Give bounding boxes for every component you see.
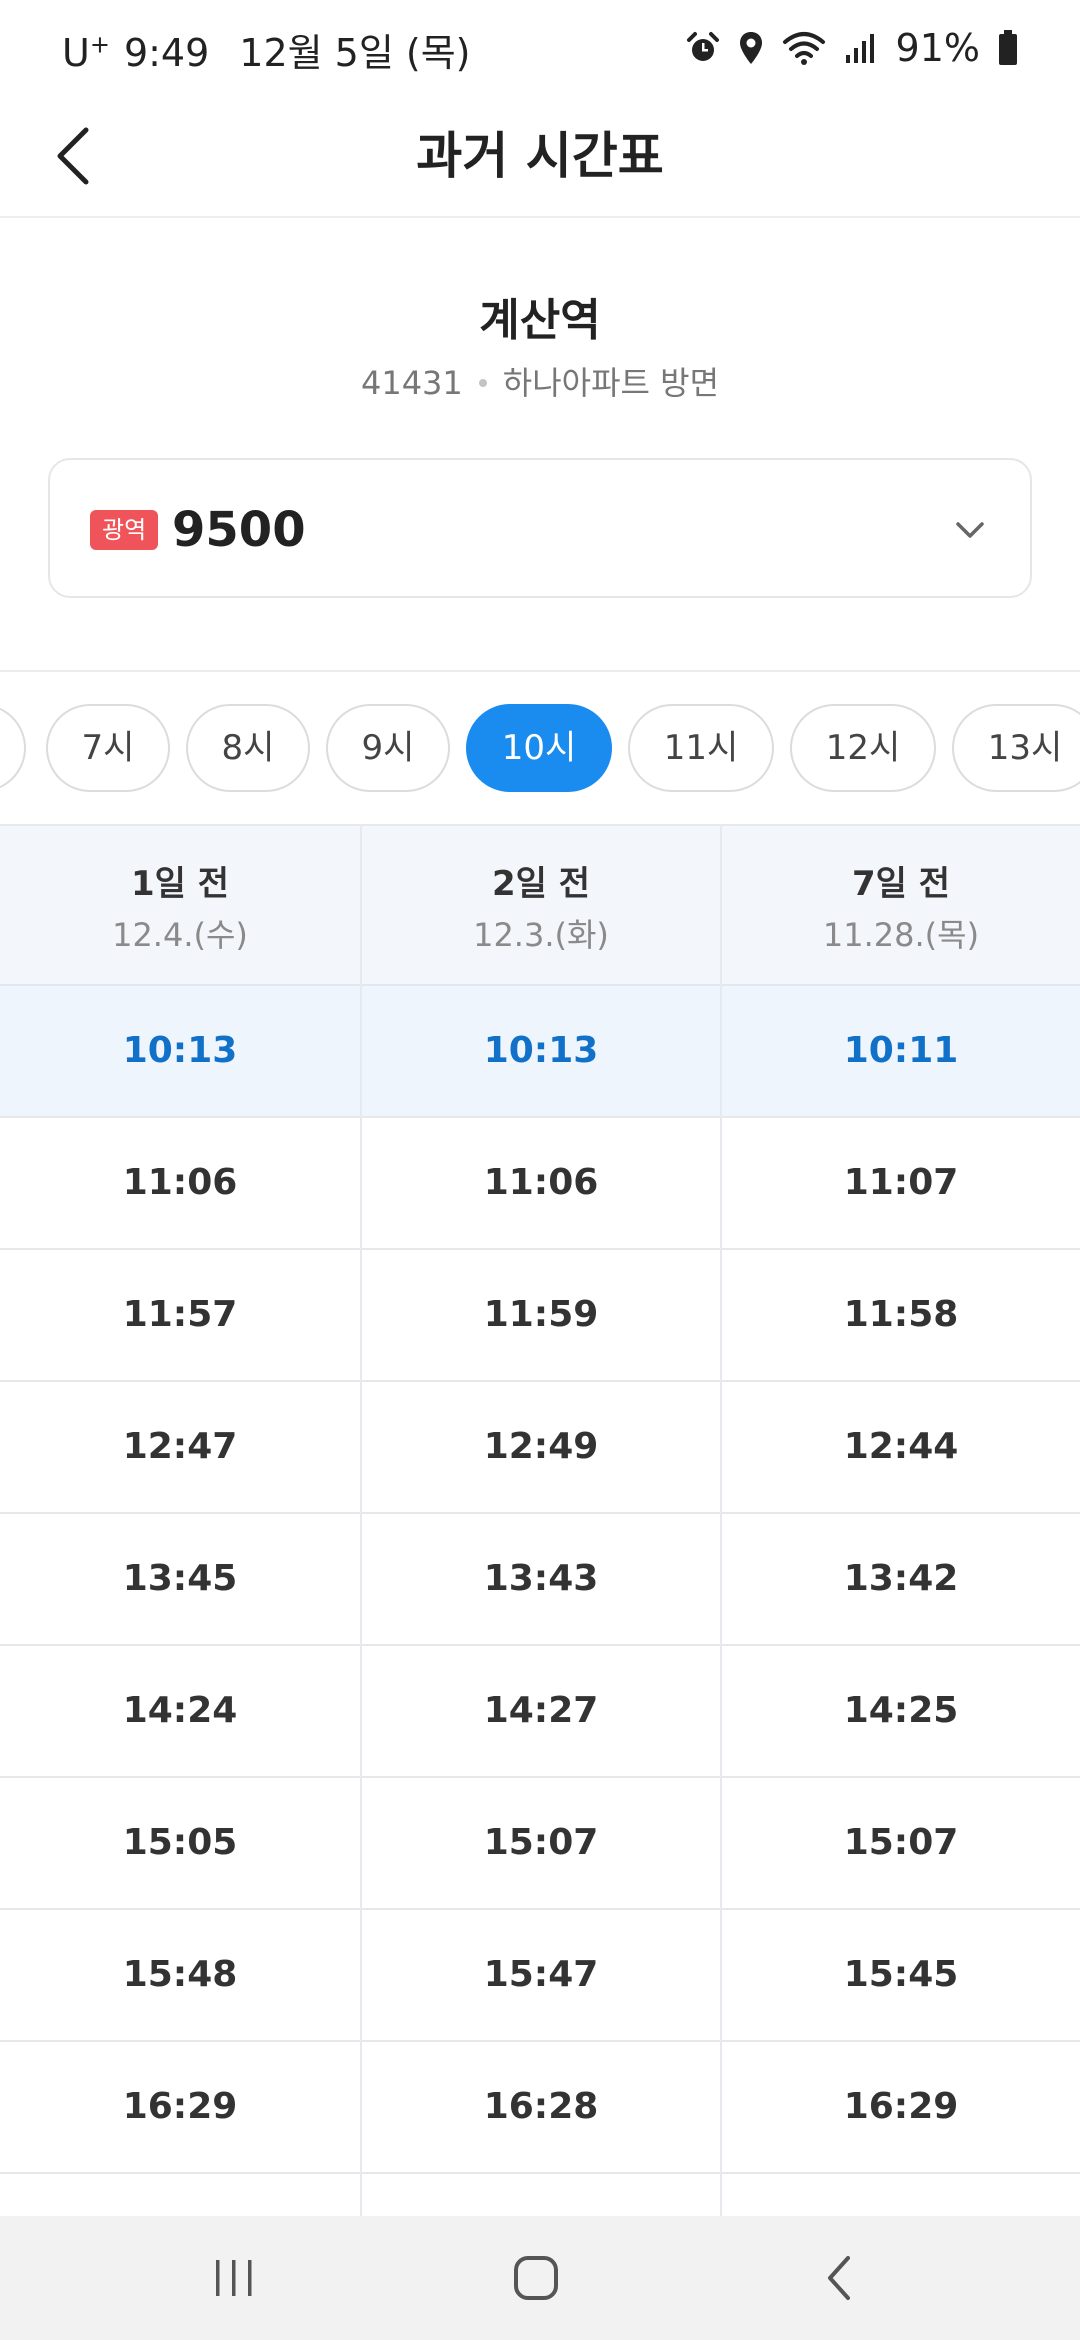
route-select[interactable]: 광역 9500	[48, 458, 1032, 598]
home-button[interactable]	[504, 2246, 568, 2310]
column-header: 1일 전 12.4.(수)	[0, 826, 360, 984]
hour-chip-10[interactable]: 10시	[466, 704, 612, 792]
time-cell: 12:44	[843, 1426, 959, 1467]
time-cell: 10:13	[122, 1030, 238, 1071]
hour-chip-12[interactable]: 12시	[790, 704, 936, 792]
time-cell: 15:07	[843, 1822, 959, 1863]
hour-chip-13[interactable]: 13시	[952, 704, 1080, 792]
hour-chip-8[interactable]: 8시	[186, 704, 310, 792]
time-cell: 16:29	[122, 2086, 238, 2127]
column-header: 2일 전 12.3.(화)	[362, 826, 720, 984]
hour-chip-9[interactable]: 9시	[326, 704, 450, 792]
time-cell: 11:57	[122, 1294, 238, 1335]
wifi-icon	[782, 32, 825, 65]
time-cell: 11:06	[483, 1162, 599, 1203]
table-row-partial	[0, 2172, 1080, 2216]
time-cell: 15:45	[843, 1954, 959, 1995]
time-cell: 15:47	[483, 1954, 599, 1995]
time-cell: 11:59	[483, 1294, 599, 1335]
chevron-down-icon	[956, 522, 984, 538]
time-cell: 13:45	[122, 1558, 238, 1599]
home-icon	[514, 2256, 558, 2300]
column-day: 7일 전	[851, 864, 951, 904]
recent-apps-icon	[216, 2260, 252, 2296]
status-bar: U+ 9:49 12월 5일 (목) 91%	[0, 0, 1080, 96]
hour-chip-7[interactable]: 7시	[46, 704, 170, 792]
time-cell: 13:42	[843, 1558, 959, 1599]
page-title: 과거 시간표	[416, 127, 664, 185]
table-row: 11:06 11:06 11:07	[0, 1116, 1080, 1248]
column-header: 7일 전 11.28.(목)	[722, 826, 1080, 984]
status-icons: 91%	[686, 22, 1018, 74]
time-cell: 11:58	[843, 1294, 959, 1335]
time-cell: 11:06	[122, 1162, 238, 1203]
time-cell: 11:07	[843, 1162, 959, 1203]
back-icon	[828, 2256, 850, 2300]
system-back-button[interactable]	[808, 2246, 872, 2310]
route-type-badge: 광역	[90, 510, 159, 550]
time-cell: 13:43	[483, 1558, 599, 1599]
time-cell: 12:49	[483, 1426, 599, 1467]
table-row: 12:47 12:49 12:44	[0, 1380, 1080, 1512]
station-id: 41431	[360, 364, 463, 402]
table-row: 10:13 10:13 10:11	[0, 984, 1080, 1116]
time-cell: 14:27	[483, 1690, 599, 1731]
alarm-icon	[686, 32, 719, 61]
column-date: 12.4.(수)	[112, 916, 248, 954]
status-time: 9:49	[123, 31, 210, 75]
hour-chip-bar[interactable]: 7시 8시 9시 10시 11시 12시 13시	[0, 672, 1080, 824]
table-row: 13:45 13:43 13:42	[0, 1512, 1080, 1644]
station-direction: 하나아파트 방면	[502, 364, 720, 402]
timetable: 1일 전 12.4.(수) 2일 전 12.3.(화) 7일 전 11.28.(…	[0, 824, 1080, 2216]
time-cell: 14:25	[843, 1690, 959, 1731]
time-cell: 16:29	[843, 2086, 959, 2127]
hour-chip-11[interactable]: 11시	[628, 704, 774, 792]
carrier-label: U+	[62, 30, 110, 75]
table-row: 11:57 11:59 11:58	[0, 1248, 1080, 1380]
location-icon	[739, 32, 762, 64]
table-row: 15:05 15:07 15:07	[0, 1776, 1080, 1908]
column-divider	[720, 824, 722, 2216]
timetable-header: 1일 전 12.4.(수) 2일 전 12.3.(화) 7일 전 11.28.(…	[0, 824, 1080, 984]
route-number: 9500	[172, 502, 306, 558]
battery-icon	[999, 30, 1017, 65]
time-cell: 15:05	[122, 1822, 238, 1863]
app-header: 과거 시간표	[0, 96, 1080, 218]
hour-chip-partial[interactable]	[0, 704, 26, 792]
time-cell: 12:47	[122, 1426, 238, 1467]
recent-apps-button[interactable]	[202, 2246, 266, 2310]
station-meta: 41431 하나아파트 방면	[0, 358, 1080, 404]
column-day: 2일 전	[491, 864, 591, 904]
column-divider	[360, 824, 362, 2216]
table-row: 14:24 14:27 14:25	[0, 1644, 1080, 1776]
table-row: 15:48 15:47 15:45	[0, 1908, 1080, 2040]
battery-percent: 91%	[895, 26, 980, 70]
column-date: 11.28.(목)	[822, 916, 980, 954]
status-date: 12월 5일 (목)	[239, 31, 471, 75]
status-left: U+ 9:49 12월 5일 (목)	[62, 22, 471, 77]
signal-icon	[845, 34, 874, 63]
station-name: 계산역	[479, 295, 601, 346]
time-cell: 15:07	[483, 1822, 599, 1863]
column-date: 12.3.(화)	[473, 916, 609, 954]
time-cell: 14:24	[122, 1690, 238, 1731]
column-day: 1일 전	[130, 864, 230, 904]
separator-dot	[478, 379, 487, 387]
time-cell: 15:48	[122, 1954, 238, 1995]
table-row: 16:29 16:28 16:29	[0, 2040, 1080, 2172]
time-cell: 10:13	[483, 1030, 599, 1071]
system-nav-bar	[0, 2216, 1080, 2340]
time-cell: 16:28	[483, 2086, 599, 2127]
time-cell: 10:11	[843, 1030, 959, 1071]
